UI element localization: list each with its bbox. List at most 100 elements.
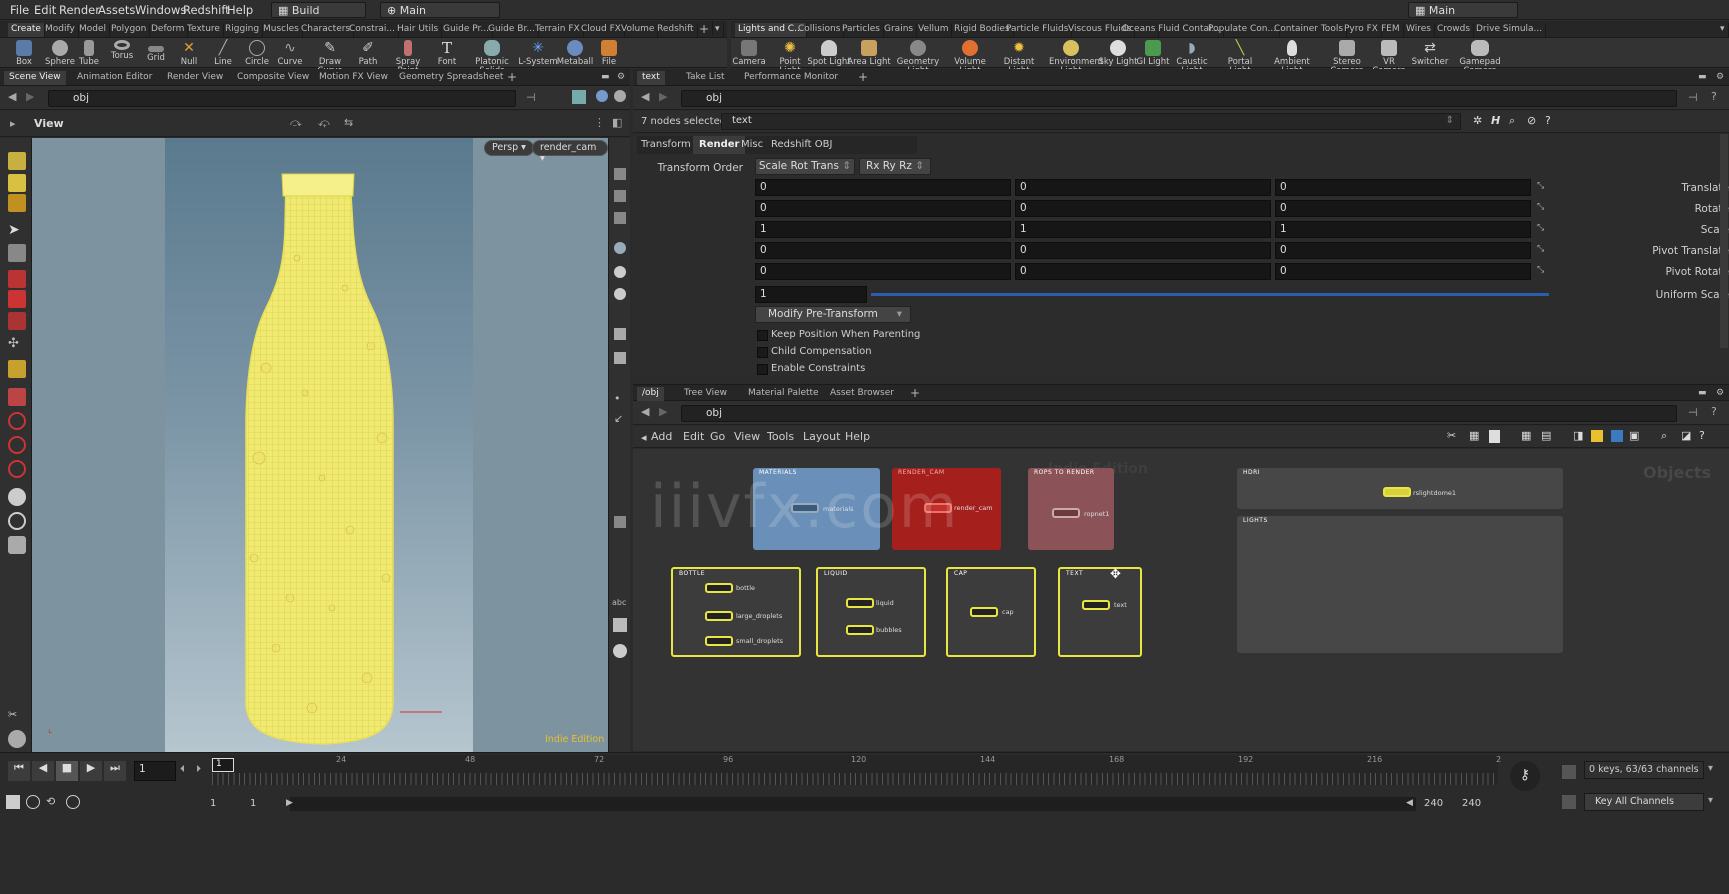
view-icon[interactable] [8,488,26,506]
timeline-ruler[interactable]: 1 24 48 72 96 120 144 168 192 216 2 [212,755,1501,785]
shelf-tab-fem[interactable]: FEM [1378,23,1404,37]
menu-tools[interactable]: Tools [767,430,794,443]
pan-icon[interactable]: ⤽ [318,116,330,130]
ghost-icon[interactable] [614,212,626,224]
normals-icon[interactable] [614,516,626,528]
parm-link-icon[interactable]: ⤡ [1537,244,1544,254]
details-icon[interactable]: ▤ [1541,429,1551,442]
loop-icon[interactable]: ⟲ [46,795,55,808]
ropnet-node[interactable] [1052,508,1080,518]
lock-icon[interactable] [8,244,26,262]
shelf-tab-volume[interactable]: Volume [618,23,659,37]
stop-icon[interactable]: ■ [56,761,78,781]
parm-field[interactable]: 1 [755,221,1011,238]
parm-link-icon[interactable]: ⤡ [1537,265,1544,275]
grid-snap-icon[interactable]: ▦ [1469,429,1479,442]
text-display-icon[interactable]: abc [612,598,626,607]
realtime-icon[interactable] [6,795,20,809]
tool-gi-light[interactable]: GI Light [1131,40,1175,67]
camera-view-icon[interactable] [8,512,26,530]
transform-order-menu[interactable]: Scale Rot Trans ⇕ [755,158,855,175]
parm-field[interactable]: 1 [1015,221,1271,238]
render-settings-icon[interactable] [613,644,627,658]
parm-field[interactable]: 0 [755,200,1011,217]
parm-field[interactable]: 0 [755,242,1011,259]
range-end-playback[interactable]: 240 [1424,798,1443,809]
desktop-dropdown[interactable]: ▦ Build [271,2,366,18]
tool-font[interactable]: T Font [425,40,469,67]
menu-layout[interactable]: Layout [803,430,840,443]
tab-performance-monitor[interactable]: Performance Monitor [739,71,843,85]
shelf-tab-terrain-fx[interactable]: Terrain FX [532,23,584,37]
lock-camera-icon[interactable] [614,190,626,202]
netbox-hdri[interactable]: HDRI rslightdome1 [1237,468,1563,509]
step-forward-icon[interactable]: ⏵ [196,764,201,775]
dot-icon[interactable]: ▣ [1629,429,1639,442]
wrench-icon[interactable]: ✂ [1447,429,1456,442]
cap-node[interactable] [970,607,998,617]
display-options-icon[interactable] [614,168,626,180]
pin-icon[interactable]: ⊣ [526,91,536,104]
back-arrow-icon[interactable]: ◀ [641,90,649,103]
forward-arrow-icon[interactable]: ▶ [26,90,34,103]
shelf-tab-hair-utils[interactable]: Hair Utils [394,23,443,37]
tab-animation-editor[interactable]: Animation Editor [72,71,157,85]
menu-go[interactable]: Go [710,430,725,443]
timeline-menu-icon[interactable]: ▾ [1708,763,1713,774]
parm-field[interactable]: 0 [1275,263,1531,280]
pane-options-icon[interactable]: ⚙ [1711,387,1729,401]
pane-options-icon[interactable]: ⚙ [612,71,630,85]
netbox-bottle[interactable]: BOTTLE bottle large_droplets small_dropl… [671,567,801,657]
select-icon[interactable] [8,152,26,170]
light-icon[interactable] [614,242,626,254]
tab-obj[interactable]: /obj [637,387,664,401]
parm-field[interactable]: 0 [1275,200,1531,217]
tool-file[interactable]: File [587,40,631,67]
shelf-tab-wires[interactable]: Wires [1403,23,1435,37]
parm-field[interactable]: 0 [1015,200,1271,217]
shelf-menu-icon[interactable]: ▾ [1717,23,1729,37]
parm-link-icon[interactable]: ⤡ [1537,181,1544,191]
shelf-tab-drive-simulation[interactable]: Drive Simula... [1473,23,1547,37]
add-tab-icon[interactable]: + [853,69,873,84]
parm-field[interactable]: 0 [1275,242,1531,259]
netbox-liquid[interactable]: LIQUID liquid bubbles [816,567,926,657]
netbox-cap[interactable]: CAP cap [946,567,1036,657]
shelf-tab-muscles[interactable]: Muscles [260,23,303,37]
play-reverse-icon[interactable]: ◀ [32,761,54,781]
shelf-tab-populate-containers[interactable]: Populate Con... [1205,23,1281,37]
help-icon[interactable]: ? [1699,429,1705,442]
menu-redshift[interactable]: Redshift [183,3,230,17]
modify-pretransform-menu[interactable]: Modify Pre-Transform ▾ [755,306,911,323]
search-icon[interactable]: ⌕ [1661,429,1667,443]
parm-link-icon[interactable]: ⤡ [1537,223,1544,233]
play-icon[interactable]: ▶ [80,761,102,781]
scale-icon[interactable] [8,312,26,330]
help-icon[interactable]: ? [1711,405,1717,418]
text-node[interactable] [1082,600,1110,610]
pin-icon[interactable]: ⊣ [1688,91,1698,104]
shelf-tab-vellum[interactable]: Vellum [915,23,953,37]
pin-icon[interactable]: ⊣ [1688,406,1698,419]
vector-icon[interactable]: ↙ [614,412,623,425]
shelf-tab-modify[interactable]: Modify [42,23,79,37]
menu-help[interactable]: Help [845,430,870,443]
tab-tree-view[interactable]: Tree View [679,387,732,401]
search-icon[interactable]: ⌕ [1509,114,1515,128]
shelf-tab-grains[interactable]: Grains [881,23,918,37]
tab-take-list[interactable]: Take List [681,71,730,85]
uniform-scale-slider[interactable] [871,293,1549,296]
parm-field[interactable]: 0 [755,179,1011,196]
range-start-playback[interactable]: 1 [250,798,256,809]
select-object-icon[interactable] [8,174,26,192]
magnet-icon[interactable] [8,460,26,478]
gear-icon[interactable]: ✲ [1473,114,1482,127]
shelf-tab-constraints[interactable]: Constrai... [346,23,400,37]
move-icon[interactable] [8,270,26,288]
shelf-tab-particle-fluids[interactable]: Particle Fluids [1003,23,1073,37]
shelf-tab-guide-brushes[interactable]: Guide Br... [485,23,539,37]
range-start[interactable]: 1 [210,798,216,809]
help-icon[interactable]: ? [1545,114,1551,127]
add-tab-icon[interactable]: + [905,385,925,400]
tool-spot-light[interactable]: Spot Light [807,40,851,67]
